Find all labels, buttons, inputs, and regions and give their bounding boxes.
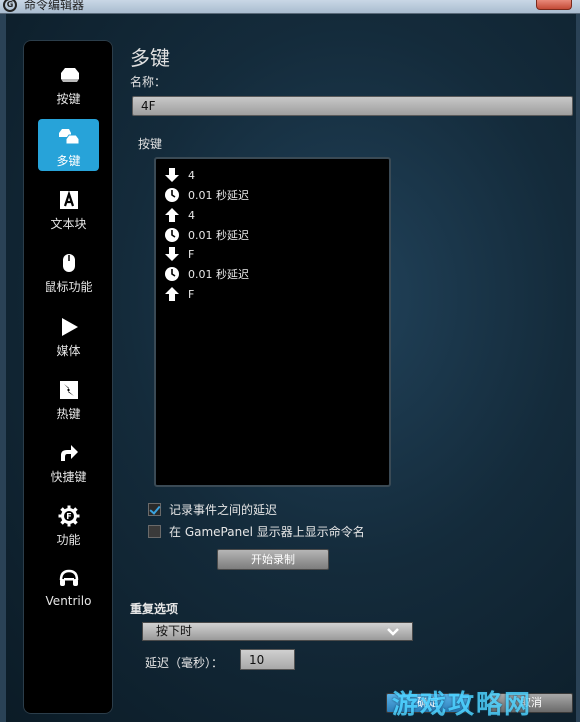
sidebar-item-function[interactable]: F 功能 [38, 498, 99, 550]
close-button[interactable] [536, 0, 572, 10]
sidebar-item-media[interactable]: 媒体 [38, 309, 99, 361]
list-item-delay[interactable]: 0.01 秒延迟 [164, 226, 249, 244]
window-frame-right [576, 14, 580, 722]
mouse-icon [62, 254, 75, 272]
sidebar-item-label: 鼠标功能 [44, 280, 93, 294]
sidebar-item-keystroke[interactable]: 按键 [38, 57, 99, 109]
record-delays-option[interactable]: 记录事件之间的延迟 [148, 501, 277, 517]
hotkey-icon [59, 381, 78, 399]
gamepanel-option[interactable]: 在 GamePanel 显示器上显示命令名 [148, 523, 365, 539]
repeat-options-select[interactable]: 按下时 [142, 622, 413, 641]
arrow-down-icon [165, 247, 179, 261]
list-item-key-up[interactable]: F [164, 285, 194, 303]
repeat-selected-value: 按下时 [156, 624, 193, 638]
sidebar-item-label: 热键 [56, 407, 81, 421]
window-title: 命令编辑器 [24, 0, 85, 12]
repeat-options-label: 重复选项 [130, 602, 179, 616]
key-icon [60, 68, 79, 82]
keys-label: 按键 [138, 137, 163, 151]
sidebar-item-label: 文本块 [50, 217, 87, 231]
clock-icon [165, 228, 179, 242]
logitech-logo-icon: G [3, 0, 17, 12]
gamepanel-label: 在 GamePanel 显示器上显示命令名 [169, 524, 365, 539]
event-text: 4 [188, 168, 195, 182]
event-text: 4 [188, 208, 195, 222]
sidebar-item-mouse[interactable]: 鼠标功能 [38, 245, 99, 297]
record-delays-label: 记录事件之间的延迟 [169, 502, 278, 517]
clock-icon [165, 188, 179, 202]
clock-icon [165, 267, 179, 281]
sidebar-item-multikey[interactable]: 多键 [38, 119, 99, 171]
watermark: 游戏攻略网 [392, 690, 533, 720]
sidebar-item-shortcut[interactable]: 快捷键 [38, 435, 99, 487]
event-text: 0.01 秒延迟 [188, 268, 249, 281]
list-item-key-down[interactable]: F [164, 245, 194, 263]
sidebar-item-label: 按键 [56, 92, 81, 106]
sidebar-item-label: 媒体 [56, 344, 81, 358]
play-icon [61, 318, 78, 336]
event-text: F [188, 247, 195, 261]
event-text: 0.01 秒延迟 [188, 189, 249, 202]
delay-ms-input[interactable] [240, 649, 295, 670]
list-item-key-down[interactable]: 4 [164, 166, 195, 184]
svg-text:F: F [66, 512, 71, 521]
gamepanel-checkbox[interactable] [148, 524, 161, 538]
list-item-delay[interactable]: 0.01 秒延迟 [164, 186, 249, 204]
function-gear-icon: F [58, 505, 79, 527]
command-name-input[interactable] [132, 96, 573, 116]
shortcut-arrow-icon [60, 445, 78, 461]
headset-icon [59, 569, 78, 586]
page-title: 多键 [130, 46, 170, 70]
chevron-down-icon [387, 628, 399, 636]
sidebar-item-label: 快捷键 [50, 470, 87, 484]
arrow-up-icon [165, 208, 179, 222]
start-recording-button[interactable]: 开始录制 [217, 549, 329, 570]
key-events-list[interactable]: 4 0.01 秒延迟 4 0.01 秒延迟 F 0.01 秒延迟 F [154, 157, 391, 487]
multikey-icon [58, 129, 79, 145]
command-type-sidebar: 按键 多键 文本块 鼠标功能 媒体 热键 快捷键 F 功能 Ventrilo [23, 40, 113, 714]
sidebar-item-label: 功能 [56, 533, 81, 547]
event-text: 0.01 秒延迟 [188, 229, 249, 242]
text-block-icon [59, 190, 78, 209]
sidebar-item-label: 多键 [56, 154, 81, 168]
delay-label: 延迟（毫秒）： [145, 656, 224, 670]
sidebar-item-text-block[interactable]: 文本块 [38, 182, 99, 234]
title-bar: G 命令编辑器 [0, 0, 580, 14]
sidebar-item-hotkey[interactable]: 热键 [38, 372, 99, 424]
record-delays-checkbox[interactable] [148, 502, 161, 516]
arrow-up-icon [165, 287, 179, 301]
list-item-key-up[interactable]: 4 [164, 206, 195, 224]
event-text: F [188, 287, 195, 301]
window-frame-left [0, 14, 6, 722]
name-label: 名称： [130, 75, 167, 89]
arrow-down-icon [165, 168, 179, 182]
sidebar-item-ventrilo[interactable]: Ventrilo [38, 561, 99, 613]
list-item-delay[interactable]: 0.01 秒延迟 [164, 265, 249, 283]
sidebar-item-label: Ventrilo [45, 594, 92, 608]
